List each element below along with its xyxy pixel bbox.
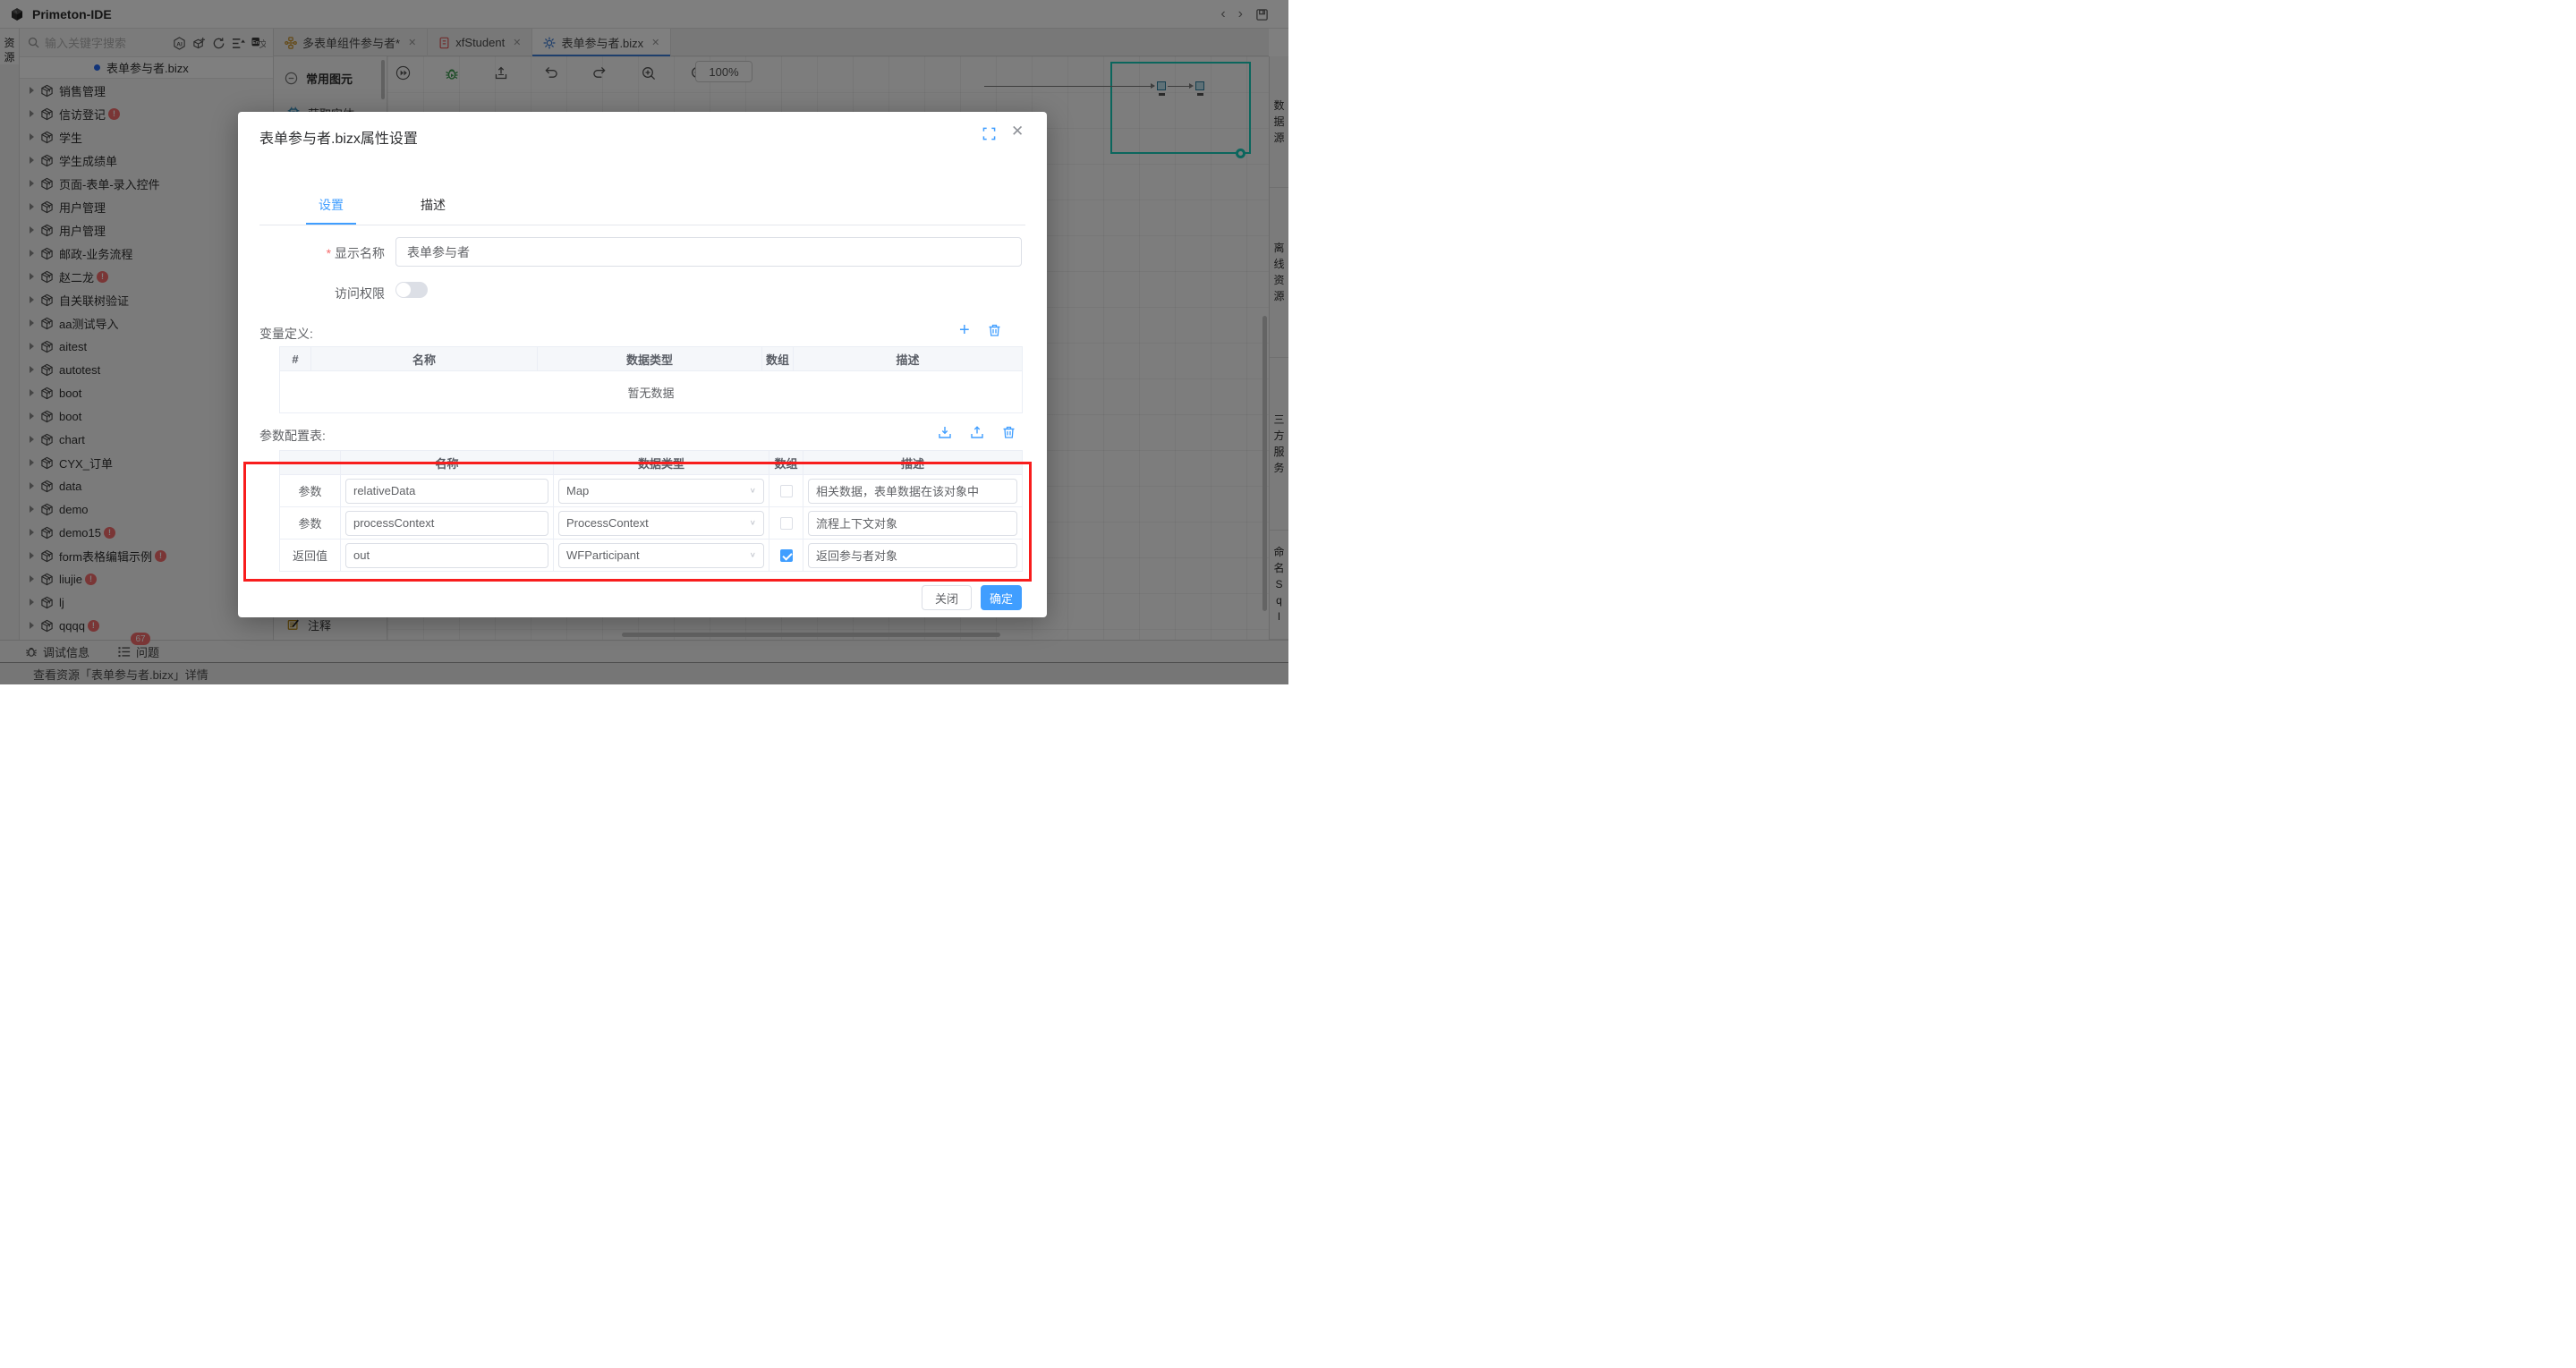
params-section-label: 参数配置表: <box>259 427 326 445</box>
dialog-tab[interactable]: 设置 <box>306 196 356 225</box>
param-desc-input[interactable]: 相关数据，表单数据在该对象中 <box>808 479 1017 504</box>
param-kind: 返回值 <box>280 540 341 572</box>
fullscreen-icon[interactable] <box>982 127 996 140</box>
param-row: 返回值 out WFParticipant∨ 返回参与者对象 <box>280 540 1023 572</box>
display-name-label: 显示名称 <box>286 244 385 262</box>
ok-button[interactable]: 确定 <box>981 585 1022 610</box>
chevron-down-icon: ∨ <box>750 487 756 495</box>
array-checkbox[interactable] <box>780 517 793 530</box>
delete-params-icon[interactable] <box>1002 425 1016 439</box>
param-type-select[interactable]: WFParticipant∨ <box>558 543 764 568</box>
display-name-input[interactable]: 表单参与者 <box>395 237 1022 267</box>
delete-variable-icon[interactable] <box>988 323 1001 337</box>
array-checkbox[interactable] <box>780 485 793 497</box>
properties-dialog: 表单参与者.bizx属性设置 ✕ 设置 描述 显示名称 表单参与者 访问权限 变量… <box>238 112 1047 617</box>
param-desc-input[interactable]: 流程上下文对象 <box>808 511 1017 536</box>
param-name-input[interactable]: out <box>345 543 548 568</box>
param-name-input[interactable]: relativeData <box>345 479 548 504</box>
close-button[interactable]: 关闭 <box>922 585 972 610</box>
params-table: 名称数据类型数组描述 参数 relativeData Map∨ 相关数据，表单数… <box>279 450 1023 572</box>
param-type-select[interactable]: Map∨ <box>558 479 764 504</box>
export-params-icon[interactable] <box>970 425 984 439</box>
param-type-select[interactable]: ProcessContext∨ <box>558 511 764 536</box>
import-params-icon[interactable] <box>938 425 952 439</box>
dialog-tab[interactable]: 描述 <box>408 196 458 225</box>
param-kind: 参数 <box>280 507 341 540</box>
dialog-title: 表单参与者.bizx属性设置 <box>259 126 418 148</box>
chevron-down-icon: ∨ <box>750 551 756 559</box>
close-icon[interactable]: ✕ <box>1011 123 1024 140</box>
access-toggle[interactable] <box>395 282 428 298</box>
param-row: 参数 relativeData Map∨ 相关数据，表单数据在该对象中 <box>280 475 1023 507</box>
table-empty-row: 暂无数据 <box>280 371 1023 413</box>
table-header-row: #名称数据类型数组描述 <box>280 347 1023 371</box>
param-kind: 参数 <box>280 475 341 507</box>
array-checkbox[interactable] <box>780 549 793 562</box>
table-header-row: 名称数据类型数组描述 <box>280 451 1023 475</box>
variables-section-label: 变量定义: <box>259 325 313 343</box>
param-desc-input[interactable]: 返回参与者对象 <box>808 543 1017 568</box>
param-name-input[interactable]: processContext <box>345 511 548 536</box>
param-row: 参数 processContext ProcessContext∨ 流程上下文对… <box>280 507 1023 540</box>
dialog-tabs: 设置 描述 <box>306 196 458 225</box>
chevron-down-icon: ∨ <box>750 519 756 527</box>
variables-table: #名称数据类型数组描述 暂无数据 <box>279 346 1023 413</box>
add-variable-icon[interactable]: + <box>959 321 970 339</box>
access-label: 访问权限 <box>286 285 385 302</box>
